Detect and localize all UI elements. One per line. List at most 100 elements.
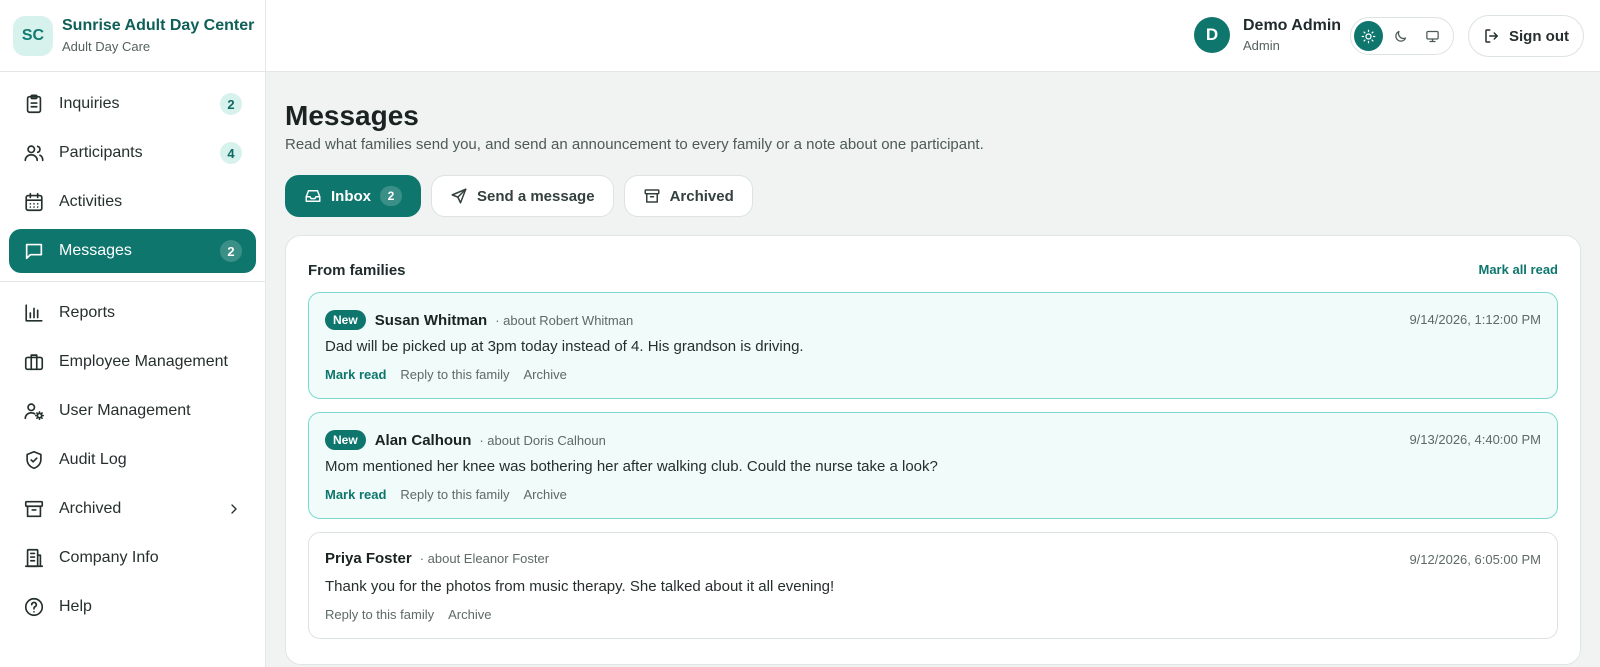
message-item[interactable]: Priya Foster · about Eleanor Foster 9/12… <box>308 532 1558 639</box>
sidebar-nav: Inquiries 2 Participants 4 Activities Me… <box>0 72 265 629</box>
about-participant: · about Robert Whitman <box>495 312 634 328</box>
sidebar-item-label: Employee Management <box>59 353 228 370</box>
sidebar-item-label: Reports <box>59 304 116 321</box>
message-item[interactable]: New Alan Calhoun · about Doris Calhoun 9… <box>308 412 1558 519</box>
sender-name: Susan Whitman <box>374 311 488 329</box>
building-icon <box>23 547 45 569</box>
tab-label: Send a message <box>477 187 595 205</box>
archive-button[interactable]: Archive <box>524 367 567 382</box>
moon-icon <box>1393 29 1408 44</box>
about-participant: · about Doris Calhoun <box>479 432 606 448</box>
page-title: Messages <box>285 100 419 131</box>
reply-button[interactable]: Reply to this family <box>325 607 434 622</box>
user-role: Admin <box>1243 38 1280 53</box>
sidebar-item-reports[interactable]: Reports <box>9 291 256 335</box>
count-badge: 2 <box>220 240 242 262</box>
reply-button[interactable]: Reply to this family <box>400 487 509 502</box>
briefcase-icon <box>23 351 45 373</box>
count-badge: 2 <box>220 93 242 115</box>
send-icon <box>450 187 477 205</box>
user-profile[interactable]: D Demo Admin Admin <box>1194 17 1341 53</box>
sidebar-item-label: User Management <box>59 402 191 419</box>
sidebar-item-user-management[interactable]: User Management <box>9 389 256 433</box>
inbox-icon <box>304 187 331 205</box>
mark-all-read-button[interactable]: Mark all read <box>1479 262 1559 277</box>
mark-read-button[interactable]: Mark read <box>325 487 386 502</box>
archive-icon <box>23 498 45 520</box>
sidebar-item-label: Activities <box>59 193 123 210</box>
tab-inbox[interactable]: Inbox 2 <box>285 175 421 217</box>
sidebar-item-label: Messages <box>59 242 132 259</box>
archive-button[interactable]: Archive <box>448 607 491 622</box>
avatar: D <box>1194 17 1230 53</box>
sidebar-item-archived[interactable]: Archived <box>9 487 256 531</box>
sidebar-item-messages[interactable]: Messages 2 <box>9 229 256 273</box>
brand-logo: SC <box>13 15 53 56</box>
log-out-icon <box>1483 27 1509 45</box>
sidebar-item-help[interactable]: Help <box>9 585 256 629</box>
archive-button[interactable]: Archive <box>524 487 567 502</box>
brand-header[interactable]: SC Sunrise Adult Day Center Adult Day Ca… <box>0 0 265 72</box>
message-body: Dad will be picked up at 3pm today inste… <box>325 338 804 355</box>
user-name: Demo Admin <box>1243 17 1342 34</box>
main-content: Messages Read what families send you, an… <box>266 72 1600 667</box>
archive-icon <box>643 187 670 205</box>
message-icon <box>23 240 45 262</box>
messages-panel: From families Mark all read New Susan Wh… <box>285 235 1581 665</box>
sign-out-label: Sign out <box>1509 27 1569 45</box>
sender-name: Alan Calhoun <box>374 431 472 449</box>
users-icon <box>23 142 45 164</box>
count-badge: 2 <box>380 186 402 206</box>
reply-button[interactable]: Reply to this family <box>400 367 509 382</box>
message-timestamp: 9/13/2026, 4:40:00 PM <box>1409 432 1541 447</box>
monitor-icon <box>1425 29 1440 44</box>
sidebar-item-label: Inquiries <box>59 95 120 112</box>
sidebar-item-participants[interactable]: Participants 4 <box>9 131 256 175</box>
sidebar-item-audit-log[interactable]: Audit Log <box>9 438 256 482</box>
new-badge: New <box>325 310 366 330</box>
light-theme-button[interactable] <box>1354 21 1383 51</box>
tab-label: Inbox <box>331 187 371 205</box>
sun-icon <box>1361 29 1376 44</box>
top-header: D Demo Admin Admin Sign out <box>266 0 1600 72</box>
sidebar-item-company-info[interactable]: Company Info <box>9 536 256 580</box>
panel-title: From families <box>308 262 406 279</box>
sidebar: SC Sunrise Adult Day Center Adult Day Ca… <box>0 0 266 667</box>
sidebar-item-label: Participants <box>59 144 143 161</box>
sidebar-item-label: Audit Log <box>59 451 127 468</box>
chevron-right-icon <box>226 501 242 517</box>
message-item[interactable]: New Susan Whitman · about Robert Whitman… <box>308 292 1558 399</box>
brand-name: Sunrise Adult Day Center <box>62 17 255 34</box>
count-badge: 4 <box>220 142 242 164</box>
message-body: Thank you for the photos from music ther… <box>325 578 835 595</box>
sidebar-item-activities[interactable]: Activities <box>9 180 256 224</box>
message-timestamp: 9/14/2026, 1:12:00 PM <box>1409 312 1541 327</box>
sidebar-item-label: Company Info <box>59 549 159 566</box>
user-cog-icon <box>23 400 45 422</box>
tab-archived[interactable]: Archived <box>623 175 753 217</box>
sidebar-item-inquiries[interactable]: Inquiries 2 <box>9 82 256 126</box>
message-body: Mom mentioned her knee was bothering her… <box>325 458 938 475</box>
theme-switcher <box>1350 17 1454 55</box>
tab-label: Archived <box>669 187 734 205</box>
help-circle-icon <box>23 596 45 618</box>
clipboard-icon <box>23 93 45 115</box>
sign-out-button[interactable]: Sign out <box>1468 15 1584 57</box>
page-description: Read what families send you, and send an… <box>285 136 984 153</box>
about-participant: · about Eleanor Foster <box>419 551 550 566</box>
sidebar-item-employee-management[interactable]: Employee Management <box>9 340 256 384</box>
message-tabs: Inbox 2 Send a message Archived <box>285 175 763 217</box>
message-timestamp: 9/12/2026, 6:05:00 PM <box>1409 552 1541 567</box>
sidebar-divider <box>0 281 265 282</box>
mark-read-button[interactable]: Mark read <box>325 367 386 382</box>
system-theme-button[interactable] <box>1418 21 1447 51</box>
tab-send-message[interactable]: Send a message <box>431 175 614 217</box>
sender-name: Priya Foster <box>325 550 412 567</box>
sidebar-item-label: Archived <box>59 500 122 517</box>
sidebar-item-label: Help <box>59 598 92 615</box>
dark-theme-button[interactable] <box>1386 21 1415 51</box>
shield-icon <box>23 449 45 471</box>
new-badge: New <box>325 430 366 450</box>
calendar-icon <box>23 191 45 213</box>
bar-chart-icon <box>23 302 45 324</box>
